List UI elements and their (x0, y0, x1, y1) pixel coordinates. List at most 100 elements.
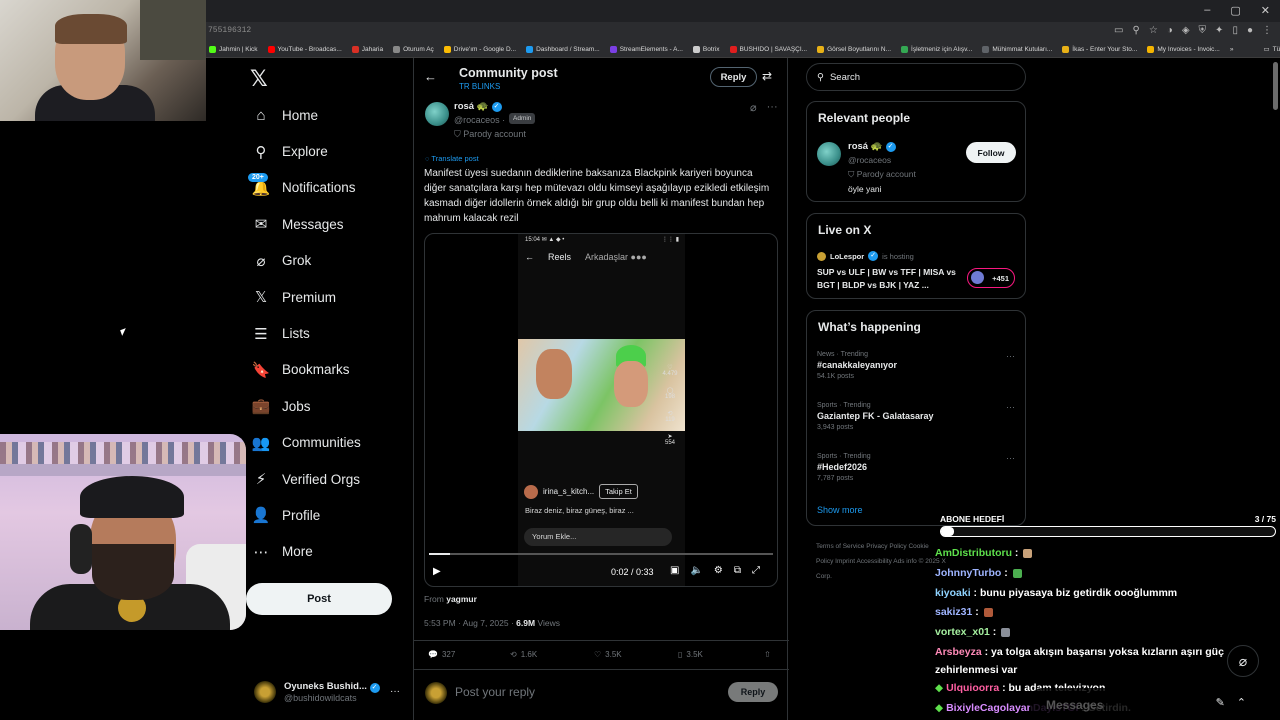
relevant-parody: ⛉ Parody account (848, 169, 916, 179)
nav-item-bookmarks[interactable]: 🔖 Bookmarks (252, 352, 412, 388)
volume-icon[interactable]: 🔈 (690, 565, 702, 576)
community-link[interactable]: TR BLINKS (459, 82, 500, 91)
bookmark-item[interactable]: Botrix (690, 45, 723, 53)
relevant-avatar[interactable] (817, 142, 841, 166)
nav-item-jobs[interactable]: 💼 Jobs (252, 388, 412, 424)
search-input[interactable]: ⚲ Search (806, 63, 1026, 91)
live-listeners-pill[interactable]: +451 (967, 268, 1015, 288)
video-progress-bar[interactable] (429, 553, 773, 555)
translate-icon[interactable]: ◈ (1182, 25, 1190, 36)
cast-icon[interactable]: ▭ (1114, 25, 1123, 36)
bookmark-item[interactable]: YouTube - Broadcas... (265, 45, 345, 53)
account-switcher[interactable]: Oyuneks Bushid... ✓ @bushidowildcats ··· (254, 678, 404, 706)
sliders-icon[interactable]: ⇄ (762, 69, 772, 83)
repost-count[interactable]: ⟲ 1.6K (510, 650, 537, 659)
relevant-name[interactable]: rosá 🐢 ✓ (848, 141, 896, 152)
all-bookmarks-folder[interactable]: ▭Tüm Yer İşaretleri (1260, 45, 1280, 54)
nav-item-home[interactable]: ⌂ Home (252, 97, 412, 133)
share-icon[interactable]: ⇧ (764, 650, 771, 659)
show-more-link[interactable]: Show more (817, 505, 863, 515)
play-icon[interactable]: ▶ (433, 566, 441, 577)
settings-gear-icon[interactable]: ⚙ (714, 565, 723, 576)
window-controls[interactable]: – ▢ ✕ (1204, 4, 1270, 17)
nav-item-communities[interactable]: 👥 Communities (252, 425, 412, 461)
bookmark-item[interactable]: Drive'ım - Google D... (441, 45, 519, 53)
reel-shares: ⟲ 119 (665, 411, 675, 423)
url-text[interactable]: 755196312 (208, 26, 251, 35)
bookmark-item[interactable]: Oturum Aç (390, 45, 437, 53)
account-more-icon[interactable]: ··· (390, 686, 400, 697)
fullscreen-icon[interactable]: ⤢ (752, 565, 760, 576)
x-logo-icon[interactable]: 𝕏 (250, 66, 276, 92)
bookmark-item[interactable]: My Invoices - Invoic... (1144, 45, 1223, 53)
zoom-icon[interactable]: ⚲ (1133, 25, 1140, 36)
nav-item-grok[interactable]: ⌀ Grok (252, 243, 412, 279)
trend-more-icon[interactable]: ··· (1006, 351, 1015, 361)
nav-item-more[interactable]: ⋯ More (252, 534, 412, 570)
bookmark-count[interactable]: ▯ 3.5K (678, 650, 703, 659)
nav-item-premium[interactable]: 𝕏 Premium (252, 279, 412, 315)
restore-icon[interactable]: ▢ (1230, 4, 1240, 17)
puzzle-icon[interactable]: ✦ (1215, 25, 1223, 36)
bookmark-item[interactable]: BUSHIDO | SAVAŞÇI... (727, 45, 811, 53)
back-arrow-icon[interactable]: ← (424, 69, 437, 84)
captions-icon[interactable]: ▣ (670, 565, 679, 576)
reply-input[interactable]: Post your reply (455, 685, 535, 699)
bookmark-item[interactable]: StreamElements - A... (607, 45, 686, 53)
nav-item-profile[interactable]: 👤 Profile (252, 497, 412, 533)
messages-title[interactable]: Messages (1046, 698, 1103, 712)
live-space-title[interactable]: SUP vs ULF | BW vs TFF | MISA vs BGT | B… (817, 266, 962, 292)
header-reply-button[interactable]: Reply (710, 67, 757, 87)
nav-item-notifications[interactable]: 🔔 Notifications 20+ (248, 170, 412, 206)
address-bar[interactable]: 755196312 ▭ ⚲ ☆ ◑ ◈ ⛨ ✦ ▯ ● ⋮ (206, 22, 1280, 41)
messages-drawer[interactable]: Messages ✎ ⌃ (1030, 688, 1260, 720)
grok-icon[interactable]: ⌀ (750, 101, 757, 114)
scrollbar[interactable] (1273, 62, 1278, 110)
author-name[interactable]: rosá 🐢 ✓ (454, 101, 502, 112)
trend-more-icon[interactable]: ··· (1006, 402, 1015, 412)
translate-link[interactable]: ◌ Translate post (425, 154, 479, 163)
author-handle[interactable]: @rocaceos · (454, 115, 505, 125)
bookmarks-overflow-icon[interactable]: » (1227, 46, 1237, 53)
bookmark-item[interactable]: Mühimmat Kutuları... (979, 45, 1055, 53)
menu-dots-icon[interactable]: ⋮ (1262, 25, 1272, 36)
from-user[interactable]: yagmur (446, 594, 477, 604)
footer-links[interactable]: Terms of Service Privacy Policy Cookie P… (816, 539, 946, 584)
grok-floating-icon[interactable]: ⌀ (1227, 645, 1259, 677)
trend-more-icon[interactable]: ··· (1006, 453, 1015, 463)
post-button[interactable]: Post (246, 583, 392, 615)
like-count[interactable]: ♡ 3.5K (594, 650, 622, 659)
bookmark-item[interactable]: Jahmin | Kick (206, 45, 261, 53)
bookmark-item[interactable]: İkas - Enter Your Sto... (1059, 45, 1140, 53)
nav-item-lists[interactable]: ☰ Lists (252, 315, 412, 351)
bookmark-item[interactable]: Dashboard / Stream... (523, 45, 603, 53)
extension-icon[interactable]: ◑ (1167, 25, 1173, 36)
nav-item-messages[interactable]: ✉ Messages (252, 206, 412, 242)
trend-item[interactable]: Sports · Trending #Hedef2026 7,787 posts… (817, 453, 1017, 482)
minimize-icon[interactable]: – (1204, 4, 1210, 17)
reply-count[interactable]: 💬 327 (428, 650, 455, 659)
nav-item-verified-orgs[interactable]: ⚡ Verified Orgs (252, 461, 412, 497)
more-icon[interactable]: ··· (767, 101, 778, 114)
reply-submit-button[interactable]: Reply (728, 682, 778, 702)
trend-item[interactable]: News · Trending #canakkaleyanıyor 54.1K … (817, 351, 1017, 380)
live-on-x-card[interactable]: Live on X LoLespor ✓ is hosting SUP vs ULF… (806, 213, 1026, 299)
relevant-handle[interactable]: @rocaceos (848, 155, 891, 165)
pip-icon[interactable]: ⧉ (734, 565, 741, 576)
compose-message-icon[interactable]: ✎ (1216, 696, 1225, 709)
diamond-badge-icon: ◆ (935, 701, 944, 714)
bookmark-item[interactable]: İşletmeniz için Alışv... (898, 45, 975, 53)
expand-up-icon[interactable]: ⌃ (1237, 696, 1246, 709)
author-avatar[interactable] (425, 102, 449, 126)
bookmark-item[interactable]: Görsel Boyutlarını N... (814, 45, 894, 53)
shield-icon[interactable]: ⛨ (1199, 25, 1207, 36)
close-icon[interactable]: ✕ (1261, 4, 1270, 17)
bookmark-item[interactable]: Jaharia (349, 45, 386, 53)
sidebar-icon[interactable]: ▯ (1232, 25, 1238, 36)
nav-item-explore[interactable]: ⚲ Explore (252, 133, 412, 169)
video-player[interactable]: 15:04 ✉ ▲ ◆ • ⋮⋮ ▮ ← Reels Arkadaşlar ●●… (424, 233, 778, 587)
trend-item[interactable]: Sports · Trending Gaziantep FK - Galatas… (817, 402, 1017, 431)
star-icon[interactable]: ☆ (1149, 25, 1158, 36)
profile-avatar-icon[interactable]: ● (1247, 25, 1253, 36)
follow-button[interactable]: Follow (966, 142, 1016, 163)
